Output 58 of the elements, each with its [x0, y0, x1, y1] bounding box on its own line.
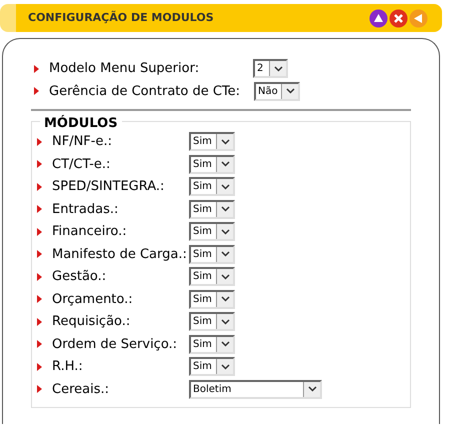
bullet-icon — [37, 250, 42, 258]
bullet-icon — [37, 160, 42, 168]
window-title: CONFIGURAÇÃO DE MODULOS — [28, 10, 214, 26]
chevron-down-icon — [220, 318, 230, 325]
field-label: Orçamento.: — [52, 290, 134, 308]
field-label: Requisição.: — [52, 313, 132, 331]
field-label: R.H.: — [52, 358, 84, 376]
select-field[interactable]: Sim — [189, 222, 235, 242]
select-field[interactable]: Sim — [189, 312, 235, 332]
field-label: Ordem de Serviço.: — [52, 336, 178, 354]
chevron-down-icon — [220, 341, 230, 348]
select-field[interactable]: Sim — [189, 154, 235, 174]
bullet-icon — [37, 340, 42, 348]
chevron-down-icon — [220, 364, 230, 370]
chevron-down-icon — [220, 161, 230, 168]
field-label: NF/NF-e.: — [52, 133, 113, 151]
bullet-icon — [37, 138, 42, 146]
bullet-icon — [37, 362, 42, 371]
bullet-icon — [37, 272, 42, 281]
field-label: Manifesto de Carga.: — [52, 246, 188, 264]
select-field[interactable]: Boletim — [189, 380, 322, 399]
select-field[interactable]: Sim — [189, 244, 235, 264]
close-icon[interactable] — [389, 8, 408, 28]
field-label: Financeiro.: — [52, 223, 128, 241]
bullet-icon — [37, 385, 42, 394]
select-field[interactable]: Sim — [189, 200, 235, 219]
select-field[interactable]: 2 — [253, 59, 288, 78]
field-label: Modelo Menu Superior: — [49, 60, 200, 78]
bullet-icon — [34, 87, 39, 96]
chevron-down-icon — [308, 386, 316, 392]
chevron-down-icon — [220, 206, 230, 212]
select-field[interactable]: Sim — [189, 177, 235, 196]
chevron-down-icon — [220, 184, 230, 190]
select-field[interactable]: Sim — [189, 334, 235, 354]
select-field[interactable]: Sim — [189, 267, 235, 286]
bullet-icon — [37, 228, 42, 236]
select-field[interactable]: Sim — [189, 290, 235, 309]
bullet-icon — [37, 205, 42, 214]
bullet-icon — [37, 318, 42, 326]
chevron-down-icon — [220, 296, 230, 302]
chevron-down-icon — [220, 228, 230, 235]
field-label: Gerência de Contrato de CTe: — [49, 82, 242, 100]
field-label: CT/CT-e.: — [52, 156, 112, 174]
field-label: SPED/SINTEGRA.: — [52, 178, 166, 196]
chevron-down-icon — [220, 138, 230, 145]
field-label: Gestão.: — [52, 268, 108, 286]
select-field[interactable]: Sim — [189, 357, 235, 376]
field-label: Entradas.: — [52, 200, 120, 218]
bullet-icon — [37, 295, 42, 304]
bullet-icon — [37, 182, 42, 191]
chevron-down-icon — [220, 274, 230, 280]
field-label: Cereais.: — [52, 380, 110, 398]
select-field[interactable]: Não — [254, 82, 300, 101]
select-field[interactable]: Sim — [189, 132, 235, 152]
chevron-down-icon — [220, 251, 230, 258]
chevron-down-icon — [274, 66, 282, 72]
chevron-down-icon — [286, 88, 294, 94]
bullet-icon — [34, 64, 39, 73]
